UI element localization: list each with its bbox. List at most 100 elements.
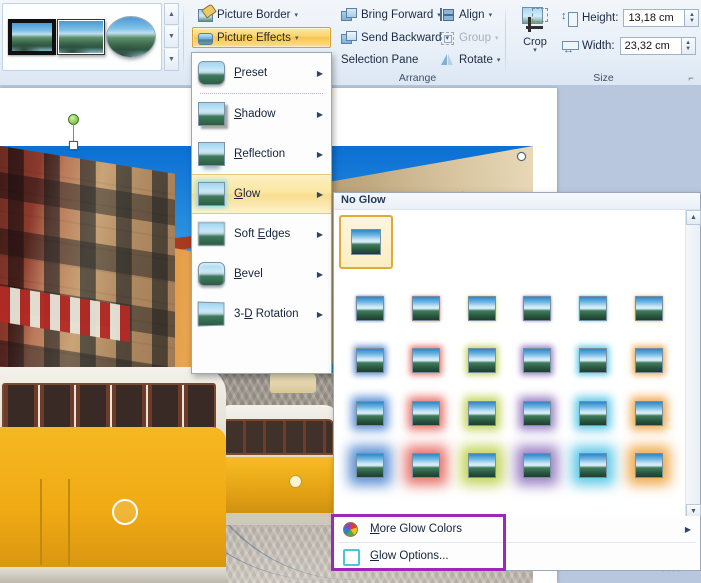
glow-variation-13[interactable]	[342, 387, 398, 440]
glow-variation-21[interactable]	[454, 440, 510, 493]
no-glow-option[interactable]	[339, 215, 393, 269]
crop-button[interactable]: Crop ▾	[514, 4, 556, 66]
preset-icon	[198, 61, 225, 85]
gallery-scroll-up-icon[interactable]: ▲	[164, 3, 179, 25]
menu-item-label: Preset	[234, 67, 268, 79]
glow-thumbnail-icon	[467, 295, 496, 321]
picture-border-button[interactable]: Picture Border ▾	[192, 4, 303, 25]
glow-variation-19[interactable]	[342, 440, 398, 493]
picture-styles-gallery[interactable]	[2, 3, 162, 71]
glow-thumbnail-icon	[411, 348, 440, 374]
picture-effects-button[interactable]: Picture Effects ▾	[192, 27, 331, 48]
glow-thumbnail-icon	[635, 348, 664, 374]
glow-options-icon	[341, 548, 360, 566]
gallery-more-icon[interactable]: ▼	[164, 49, 179, 71]
chevron-down-icon: ▾	[294, 11, 299, 19]
glow-variation-7[interactable]	[342, 335, 398, 388]
menu-item-label: More Glow Colors	[370, 523, 463, 535]
selection-handle-top-right[interactable]	[517, 152, 526, 161]
picture-effects-menu[interactable]: Preset ▶ Shadow ▶ Reflection ▶ Glow ▶ So…	[191, 52, 332, 374]
glow-variation-9[interactable]	[454, 335, 510, 388]
parked-car	[270, 371, 316, 393]
menu-item-label: Reflection	[234, 148, 286, 160]
picture-style-black-frame[interactable]	[7, 19, 56, 55]
menu-item-bevel[interactable]: Bevel ▶	[192, 254, 331, 294]
glow-gallery-scrollbar[interactable]: ▲ ▼	[685, 210, 701, 519]
glow-thumbnail-icon	[467, 348, 496, 374]
glow-variation-6[interactable]	[621, 282, 677, 335]
reflection-icon	[198, 142, 225, 166]
glow-variation-2[interactable]	[398, 282, 454, 335]
menu-item-glow[interactable]: Glow ▶	[192, 174, 331, 214]
submenu-arrow-icon: ▶	[316, 68, 323, 78]
menu-item-reflection[interactable]: Reflection ▶	[192, 134, 331, 174]
glow-variation-12[interactable]	[621, 335, 677, 388]
picture-border-icon	[197, 7, 213, 22]
glow-variation-20[interactable]	[398, 440, 454, 493]
menu-item-shadow[interactable]: Shadow ▶	[192, 94, 331, 134]
glow-variations-grid[interactable]	[334, 276, 685, 500]
height-row: Height: 13,18 cm ▲ ▼	[561, 8, 700, 28]
chevron-down-icon: ▾	[294, 34, 299, 42]
height-stepper[interactable]: ▲ ▼	[685, 9, 700, 27]
glow-variation-17[interactable]	[565, 387, 621, 440]
chevron-down-icon: ▾	[533, 47, 537, 54]
glow-variation-14[interactable]	[398, 387, 454, 440]
glow-thumbnail-icon	[523, 348, 552, 374]
menu-item-more-glow-colors[interactable]: More Glow Colors ▶	[334, 516, 700, 542]
glow-variation-22[interactable]	[509, 440, 565, 493]
glow-variation-10[interactable]	[509, 335, 565, 388]
height-input[interactable]: 13,18 cm	[623, 9, 686, 27]
size-group: Crop ▾ Height: 13,18 cm ▲ ▼ Width:	[506, 0, 701, 86]
scroll-up-icon[interactable]: ▲	[686, 210, 701, 225]
picture-style-oval[interactable]	[106, 16, 157, 58]
height-icon	[561, 10, 578, 27]
selection-handle-top[interactable]	[69, 141, 78, 150]
glow-gallery-panel[interactable]: No Glow Glow Variations ▲ ▼	[333, 192, 701, 520]
picture-style-thin-frame[interactable]	[56, 19, 105, 55]
glow-variation-3[interactable]	[454, 282, 510, 335]
no-glow-section	[334, 210, 700, 276]
size-dialog-launcher-icon[interactable]: ⌐	[685, 72, 697, 84]
glow-variation-8[interactable]	[398, 335, 454, 388]
width-label: Width:	[582, 40, 615, 52]
width-stepper[interactable]: ▲ ▼	[681, 37, 696, 55]
glow-variation-4[interactable]	[509, 282, 565, 335]
glow-thumbnail-icon	[523, 295, 552, 321]
submenu-arrow-icon: ▶	[316, 109, 323, 119]
picture-effects-icon	[197, 30, 213, 45]
glow-bottom-menu[interactable]: More Glow Colors ▶ Glow Options...	[333, 516, 701, 571]
glow-thumbnail-icon	[467, 453, 496, 479]
spinner-down-icon[interactable]: ▼	[685, 46, 691, 52]
submenu-arrow-icon: ▶	[684, 524, 691, 534]
picture-styles-scroll[interactable]: ▲ ▼ ▼	[164, 3, 179, 71]
gallery-scroll-down-icon[interactable]: ▼	[164, 26, 179, 48]
glow-thumbnail-icon	[355, 400, 384, 426]
glow-variation-11[interactable]	[565, 335, 621, 388]
glow-thumbnail-icon	[467, 400, 496, 426]
3d-rotation-icon	[197, 301, 225, 327]
submenu-arrow-icon: ▶	[316, 229, 323, 239]
menu-item-soft-edges[interactable]: Soft Edges ▶	[192, 214, 331, 254]
width-input[interactable]: 23,32 cm	[619, 37, 682, 55]
glow-variation-23[interactable]	[565, 440, 621, 493]
glow-variation-24[interactable]	[621, 440, 677, 493]
glow-thumbnail-icon	[635, 453, 664, 479]
color-wheel-icon	[341, 521, 358, 537]
glow-variation-18[interactable]	[621, 387, 677, 440]
arrange-group-label: Arrange	[398, 72, 437, 84]
glow-thumbnail-icon	[523, 400, 552, 426]
glow-variation-1[interactable]	[342, 282, 398, 335]
menu-item-glow-options[interactable]: Glow Options...	[334, 543, 700, 569]
submenu-arrow-icon: ▶	[316, 269, 323, 279]
glow-thumbnail-icon	[635, 295, 664, 321]
glow-variation-16[interactable]	[509, 387, 565, 440]
menu-item-preset[interactable]: Preset ▶	[192, 53, 331, 93]
glow-thumbnail-icon	[579, 295, 608, 321]
menu-item-3d-rotation[interactable]: 3-D Rotation ▶	[192, 294, 331, 334]
glow-variations-section	[334, 276, 685, 519]
glow-variation-5[interactable]	[565, 282, 621, 335]
spinner-down-icon[interactable]: ▼	[689, 18, 695, 24]
glow-thumbnail-icon	[355, 348, 384, 374]
glow-variation-15[interactable]	[454, 387, 510, 440]
